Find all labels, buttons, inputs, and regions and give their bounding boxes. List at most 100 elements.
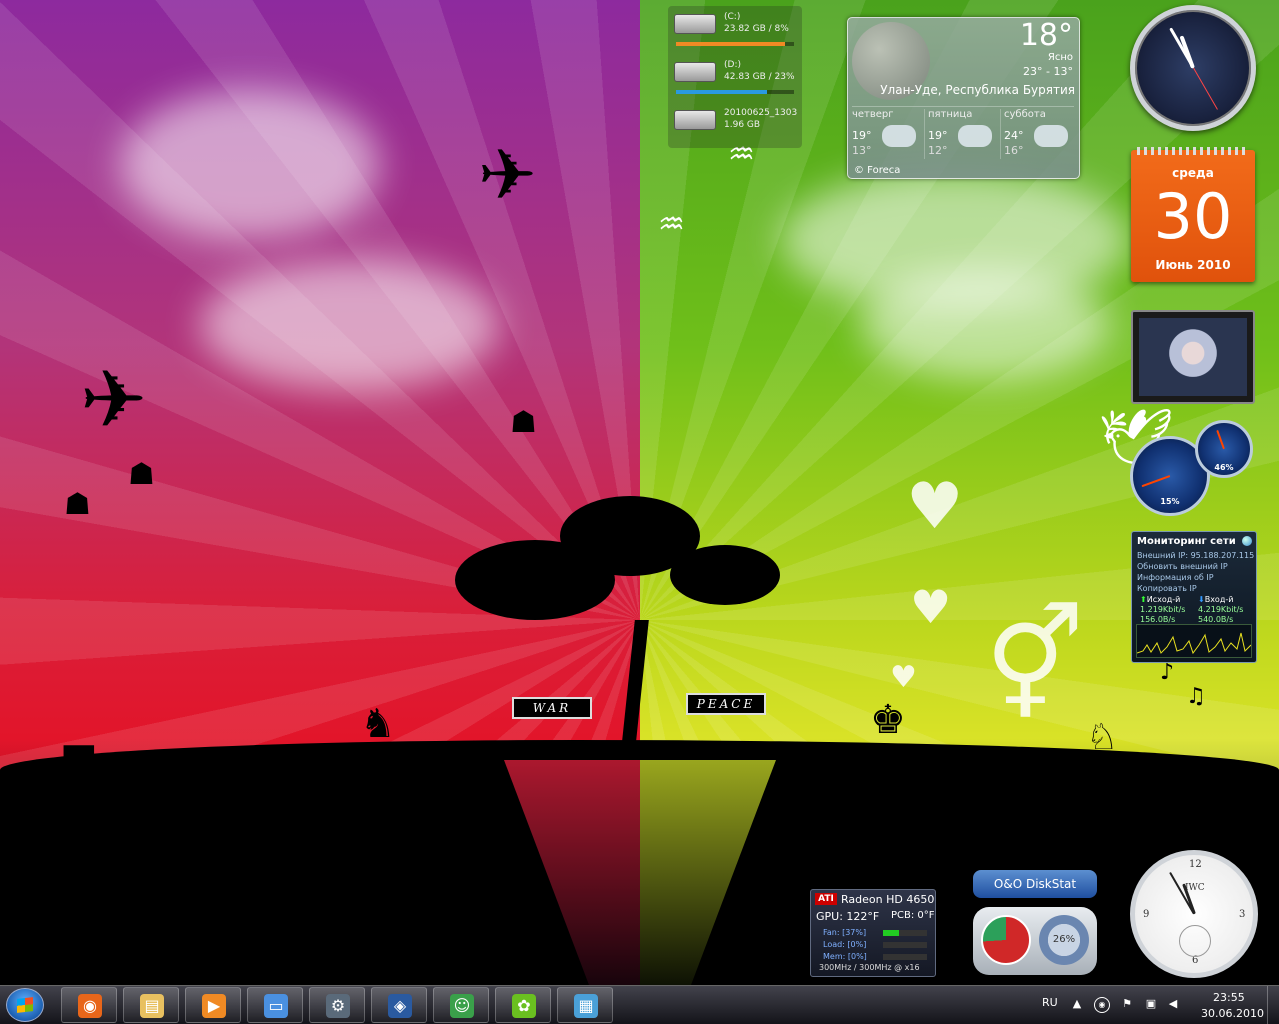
external-ip-value: 95.188.207.115 (1190, 551, 1255, 560)
refresh-ip-link[interactable]: Обновить внешний IP (1137, 562, 1228, 571)
drive-item-dvd[interactable]: 20100625_1303 1.96 GB (672, 106, 800, 146)
minute-hand (1168, 27, 1195, 69)
memory-gauge-needle (1216, 429, 1225, 450)
download-rate: 4.219Kbit/s (1198, 605, 1244, 614)
copy-ip-link[interactable]: Копировать IP (1137, 584, 1197, 593)
start-button[interactable] (6, 988, 44, 1022)
diskstat-gadget[interactable]: 26% (973, 907, 1097, 975)
weather-gadget[interactable]: 18° Ясно 23° - 13° Улан-Уде, Республика … (847, 17, 1080, 179)
cpu-gauge-needle (1141, 475, 1171, 488)
temperature-range: 23° - 13° (1023, 65, 1073, 78)
ip-info-link[interactable]: Информация об IP (1137, 573, 1214, 582)
forecast-day-name: четверг (852, 109, 894, 120)
ati-gpu-gadget[interactable]: ATI Radeon HD 4650 GPU: 122°F PCB: 0°F F… (810, 889, 936, 977)
airplane-silhouette: ✈ (478, 134, 537, 216)
music-note-icon: ♪ (1160, 660, 1175, 685)
drive-info: 42.83 GB / 23% (724, 72, 795, 82)
messenger-icon: ☺ (450, 994, 474, 1018)
memory-load: Mem: [0%] (823, 952, 867, 961)
forecast-day: суббота 24° 16° (1004, 109, 1076, 159)
drive-info: 1.96 GB (724, 120, 761, 130)
slideshow-gadget[interactable] (1131, 310, 1255, 404)
show-desktop-button[interactable] (1267, 986, 1279, 1024)
taskbar-app-firefox[interactable]: ◉ (61, 987, 117, 1023)
weather-city: Улан-Уде, Республика Бурятия (880, 83, 1075, 97)
disk-percent: 26% (1052, 934, 1076, 945)
cpu-value: 15% (1160, 497, 1180, 506)
clock-date[interactable]: 30.06.2010 (1201, 1007, 1264, 1020)
drive-item-d[interactable]: (D:) 42.83 GB / 23% (672, 58, 800, 98)
calendar-month-year: Июнь 2010 (1155, 258, 1231, 272)
parachutist-silhouette: ☗ (510, 405, 537, 440)
cloud-icon (1034, 125, 1068, 147)
show-hidden-icons-button[interactable]: ▲ (1070, 997, 1084, 1011)
taskbar-app-control-panel[interactable]: ▦ (557, 987, 613, 1023)
calendar-rings (1137, 147, 1249, 155)
dancing-couple-silhouette: ♚ (870, 697, 906, 743)
sign-peace: PEACE (686, 693, 766, 715)
media-player-icon: ▶ (202, 994, 226, 1018)
memory-value: 46% (1214, 463, 1234, 472)
calendar-day: 30 (1153, 180, 1233, 253)
taskbar-app-remote-desktop[interactable]: ▭ (247, 987, 303, 1023)
taskbar-app-kmplayer[interactable]: ◈ (371, 987, 427, 1023)
weather-credit-link[interactable]: © Foreca (854, 165, 900, 176)
bird-silhouette: ♒ (658, 207, 685, 242)
music-note-icon: ♫ (1186, 684, 1206, 709)
deer-silhouette: ♘ (1086, 717, 1119, 758)
parachutist-silhouette: ☗ (64, 487, 91, 522)
gpu-load: Load: [0%] (823, 940, 867, 949)
upload-bytes: 156.0B/s (1140, 615, 1176, 624)
forecast-day-name: суббота (1004, 109, 1046, 120)
mem-meter (883, 954, 927, 960)
subdial (1179, 925, 1211, 957)
taskbar-app-steam[interactable]: ⚙ (309, 987, 365, 1023)
clock-time[interactable]: 23:55 (1213, 991, 1245, 1004)
forecast-day: пятница 19° 12° (928, 109, 1001, 159)
analog-clock-gadget[interactable] (1130, 5, 1256, 131)
pcb-temperature: PCB: 0°F (891, 910, 935, 921)
globe-icon[interactable] (1242, 536, 1252, 546)
taskbar-app-icq[interactable]: ✿ (495, 987, 551, 1023)
drives-gadget[interactable]: (C:) 23.82 GB / 8% (D:) 42.83 GB / 23% 2… (668, 6, 802, 148)
taskbar-app-explorer[interactable]: ▤ (123, 987, 179, 1023)
airplane-silhouette: ✈ (80, 353, 148, 446)
current-temperature: 18° (1019, 18, 1073, 53)
hard-drive-icon (674, 62, 716, 82)
calendar-gadget[interactable]: среда 30 Июнь 2010 (1131, 147, 1255, 282)
slideshow-image (1139, 318, 1247, 396)
heart-icon: ♥ (910, 580, 952, 634)
drive-name: (C:) (724, 12, 741, 22)
traffic-graph-svg (1136, 632, 1252, 655)
network-icon[interactable]: ▣ (1144, 997, 1158, 1011)
network-monitor-title: Мониторинг сети (1137, 536, 1236, 547)
drive-item-c[interactable]: (C:) 23.82 GB / 8% (672, 10, 800, 50)
upload-arrow-icon: ⬆ (1140, 595, 1147, 604)
drive-usage-bar (676, 42, 794, 46)
tank-silhouette: ▬ (60, 727, 98, 773)
disk-activity-ring: 26% (1039, 915, 1089, 965)
upload-label: ⬆Исход-й (1140, 595, 1181, 604)
heart-icon: ♥ (906, 470, 964, 544)
minute-hand (1169, 871, 1195, 915)
fan-speed: Fan: [37%] (823, 928, 867, 937)
rain-icon (882, 125, 916, 147)
iwc-clock-gadget[interactable]: 12 3 6 9 IWC (1130, 850, 1258, 978)
control-panel-icon: ▦ (574, 994, 598, 1018)
taskbar-app-media-player[interactable]: ▶ (185, 987, 241, 1023)
taskbar-app-messenger[interactable]: ☺ (433, 987, 489, 1023)
forecast-low: 13° (852, 144, 872, 157)
network-monitor-gadget[interactable]: Мониторинг сети Внешний IP: 95.188.207.1… (1131, 531, 1257, 663)
cloud (200, 260, 500, 390)
update-tray-icon[interactable]: ◉ (1094, 997, 1110, 1013)
forecast-day: четверг 19° 13° (852, 109, 925, 159)
gpu-temperature: GPU: 122°F (816, 910, 880, 923)
action-center-flag-icon[interactable]: ⚑ (1120, 997, 1134, 1011)
language-indicator[interactable]: RU (1042, 996, 1058, 1009)
download-label: ⬇Вход-й (1198, 595, 1234, 604)
volume-icon[interactable]: ◀ (1166, 997, 1180, 1011)
diskstat-title[interactable]: O&O DiskStat (973, 870, 1097, 898)
download-bytes: 540.0B/s (1198, 615, 1234, 624)
explorer-icon: ▤ (140, 994, 164, 1018)
icq-icon: ✿ (512, 994, 536, 1018)
